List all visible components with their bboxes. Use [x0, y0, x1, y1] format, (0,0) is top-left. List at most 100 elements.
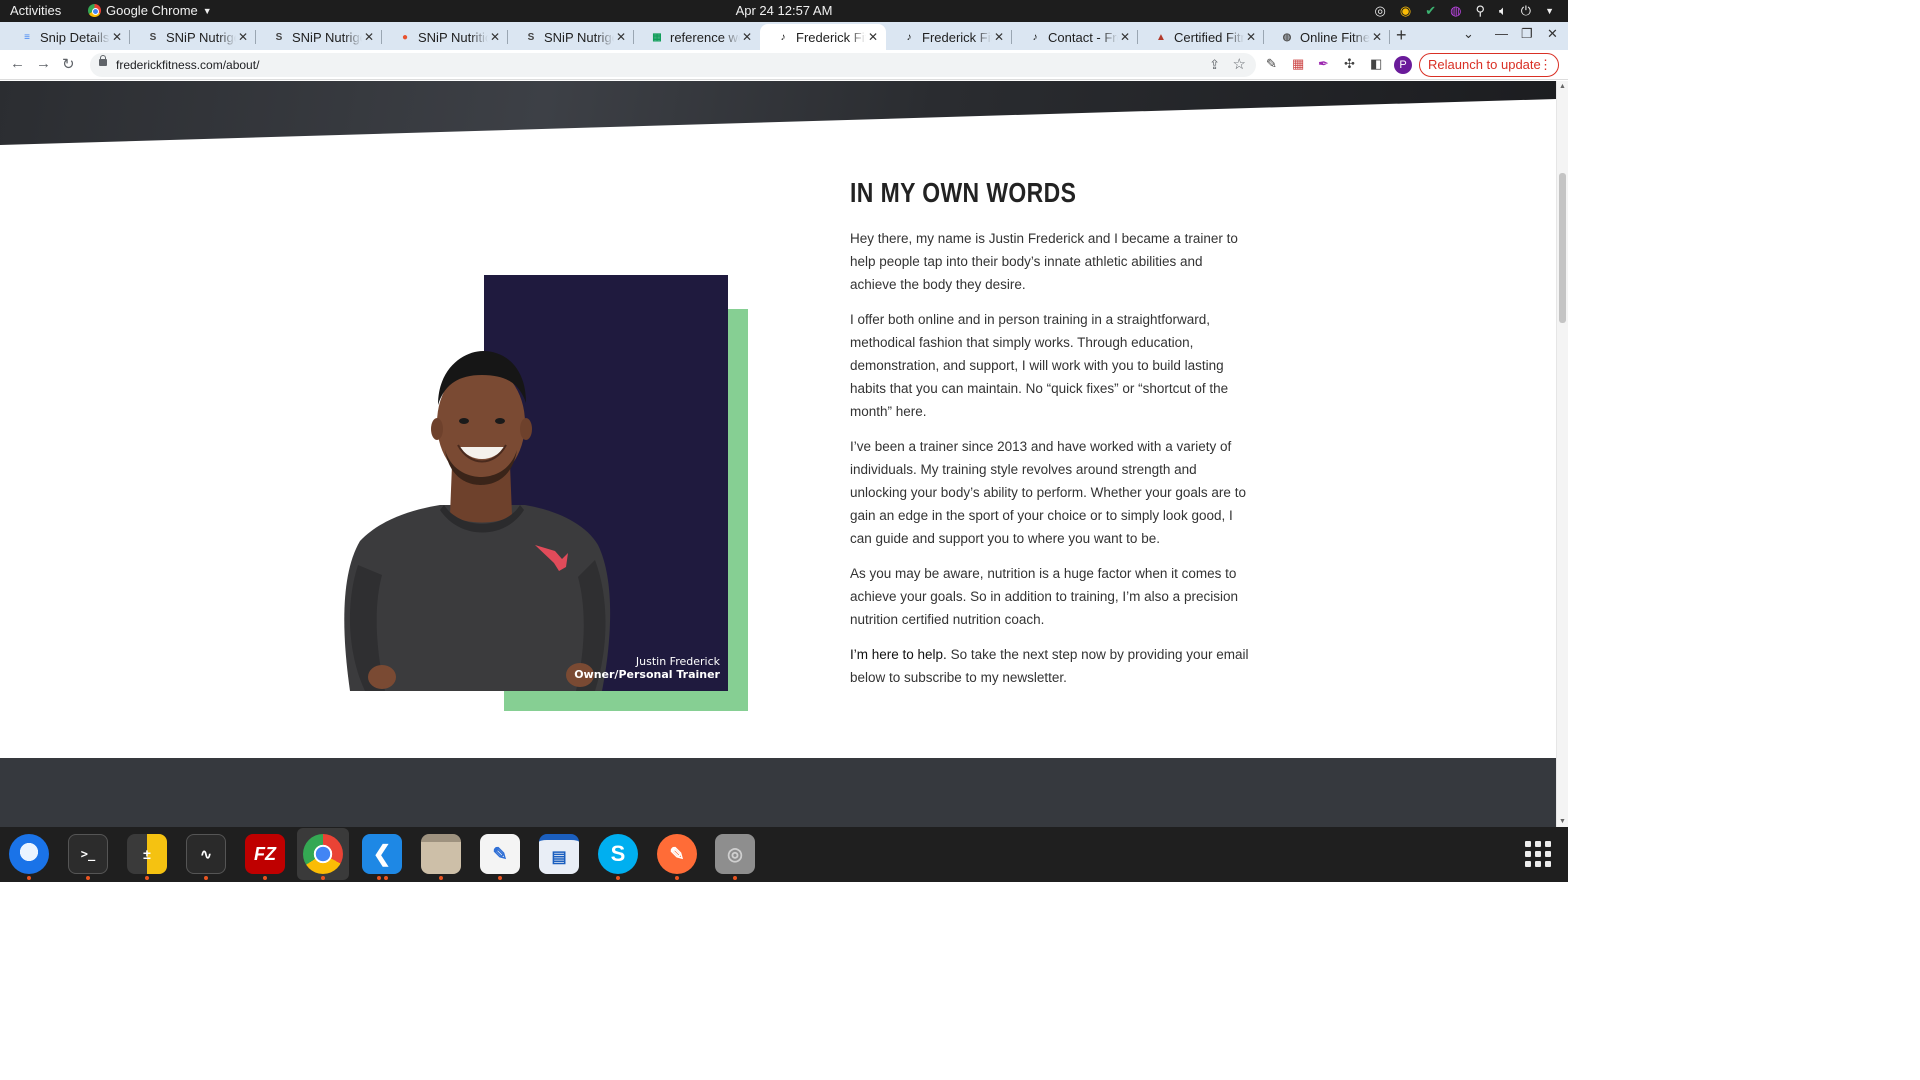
check-tray-icon[interactable]: ✔ [1425, 3, 1436, 19]
tab-title: SNiP Nutrige [166, 29, 236, 45]
address-bar[interactable]: frederickfitness.com/about/ ⇪ ☆ [90, 53, 1256, 77]
calendar-extension-icon[interactable]: ▦ [1292, 56, 1304, 72]
app-menu-label: Google Chrome [106, 3, 198, 18]
browser-tab[interactable]: S SNiP Nutrige ✕ [256, 24, 382, 50]
new-tab-button[interactable]: + [1396, 25, 1407, 46]
chrome-icon[interactable] [303, 834, 343, 874]
chrome-tray-icon[interactable]: ◉ [1400, 3, 1411, 19]
close-window-button[interactable]: ✕ [1547, 26, 1558, 42]
system-monitor-icon[interactable]: ∿ [186, 834, 226, 874]
tab-title: Frederick Fit [796, 29, 866, 45]
hero-banner-image [0, 81, 1556, 145]
profile-avatar[interactable]: P [1394, 56, 1412, 74]
chevron-down-icon[interactable]: ▼ [1545, 3, 1554, 19]
files-icon[interactable] [421, 834, 461, 874]
close-tab-icon[interactable]: ✕ [110, 30, 124, 44]
scroll-up-arrow-icon[interactable]: ▲ [1559, 83, 1566, 90]
cta-strong-text: I’m here to help. [850, 647, 947, 662]
forward-button[interactable]: → [36, 55, 51, 72]
lock-icon[interactable] [99, 55, 107, 66]
section-heading: IN MY OWN WORDS [850, 177, 1077, 208]
footer-section [0, 758, 1556, 827]
browser-tab[interactable]: ◍ Online Fitnes ✕ [1264, 24, 1390, 50]
power-icon[interactable]: ⏻ [1521, 3, 1531, 19]
trainer-portrait-image [344, 351, 611, 691]
tab-title: Snip Details - [40, 29, 110, 45]
terminal-icon[interactable]: >_ [68, 834, 108, 874]
skype-icon[interactable]: S [598, 834, 638, 874]
show-applications-icon[interactable] [1525, 841, 1551, 867]
close-tab-icon[interactable]: ✕ [1244, 30, 1258, 44]
postman-icon[interactable]: ✎ [657, 834, 697, 874]
disk-icon[interactable]: ◎ [715, 834, 755, 874]
browser-tab[interactable]: S SNiP Nutrige ✕ [130, 24, 256, 50]
running-indicator [733, 876, 737, 880]
vscode-icon[interactable]: ❮ [362, 834, 402, 874]
close-tab-icon[interactable]: ✕ [740, 30, 754, 44]
calculator-icon[interactable]: ± [127, 834, 167, 874]
close-tab-icon[interactable]: ✕ [866, 30, 880, 44]
browser-tab[interactable]: ♪ Contact - Fre ✕ [1012, 24, 1138, 50]
url-text[interactable]: frederickfitness.com/about/ [116, 58, 259, 72]
about-paragraph: I’ve been a trainer since 2013 and have … [850, 439, 1246, 546]
document-viewer-icon[interactable]: ▤ [539, 834, 579, 874]
close-tab-icon[interactable]: ✕ [1370, 30, 1384, 44]
browser-tab[interactable]: ▦ reference we ✕ [634, 24, 760, 50]
menu-dots-icon: ⋮ [1539, 57, 1552, 72]
close-tab-icon[interactable]: ✕ [992, 30, 1006, 44]
page-scrollbar[interactable]: ▲ ▼ [1556, 81, 1568, 827]
back-button[interactable]: ← [10, 55, 25, 72]
volume-icon[interactable]: 🔈︎ [1499, 3, 1507, 19]
status-app-icon[interactable]: ◎ [1375, 3, 1386, 19]
activities-button[interactable]: Activities [10, 3, 61, 18]
caret-down-icon: ▼ [202, 5, 212, 16]
browser-tab[interactable]: ♪ Frederick Fit ✕ [760, 24, 886, 50]
running-indicator [145, 876, 149, 880]
running-indicator [321, 876, 325, 880]
browser-toolbar: ← → ↻ frederickfitness.com/about/ ⇪ ☆ ✎ … [0, 50, 1568, 80]
close-tab-icon[interactable]: ✕ [488, 30, 502, 44]
running-indicator [616, 876, 620, 880]
running-indicator [384, 876, 388, 880]
browser-tab[interactable]: ● SNiP Nutritio ✕ [382, 24, 508, 50]
close-tab-icon[interactable]: ✕ [1118, 30, 1132, 44]
close-tab-icon[interactable]: ✕ [614, 30, 628, 44]
caption-role: Owner/Personal Trainer [574, 668, 720, 681]
browser-tab[interactable]: ▲ Certified Fitn ✕ [1138, 24, 1264, 50]
chrome-icon [88, 4, 101, 17]
photo-caption: Justin Frederick Owner/Personal Trainer [484, 655, 720, 681]
pen-extension-icon[interactable]: ✒ [1318, 56, 1329, 72]
running-indicator [86, 876, 90, 880]
scroll-down-arrow-icon[interactable]: ▼ [1559, 818, 1566, 825]
network-icon[interactable]: ⚲ [1475, 3, 1485, 19]
close-tab-icon[interactable]: ✕ [362, 30, 376, 44]
text-editor-icon[interactable]: ✎ [480, 834, 520, 874]
reload-button[interactable]: ↻ [62, 55, 75, 73]
restore-button[interactable]: ❐ [1521, 26, 1533, 42]
share-icon[interactable]: ⇪ [1209, 57, 1220, 73]
browser-tab[interactable]: S SNiP Nutrige ✕ [508, 24, 634, 50]
app-menu[interactable]: Google Chrome ▼ [88, 3, 212, 18]
caption-name: Justin Frederick [635, 655, 720, 668]
minimize-button[interactable]: — [1495, 26, 1508, 41]
side-panel-icon[interactable]: ◧ [1370, 56, 1382, 72]
extensions-puzzle-icon[interactable]: ✣ [1344, 56, 1355, 72]
tab-search-chevron-icon[interactable]: ⌄ [1463, 26, 1474, 42]
tab-title: Certified Fitn [1174, 29, 1244, 45]
filezilla-icon[interactable]: FZ [245, 834, 285, 874]
running-indicator [263, 876, 267, 880]
thunderbird-icon[interactable] [9, 834, 49, 874]
running-indicator [377, 876, 381, 880]
browser-tab[interactable]: ≡ Snip Details - ✕ [4, 24, 130, 50]
colorful-tray-icon[interactable]: ◍ [1450, 3, 1461, 19]
close-tab-icon[interactable]: ✕ [236, 30, 250, 44]
tab-title: SNiP Nutrige [544, 29, 614, 45]
snip-icon: S [527, 31, 535, 43]
tab-separator [1389, 30, 1390, 44]
eyedropper-extension-icon[interactable]: ✎ [1266, 56, 1277, 72]
scrollbar-thumb[interactable] [1559, 173, 1566, 323]
bookmark-star-icon[interactable]: ☆ [1233, 55, 1246, 73]
browser-tab[interactable]: ♪ Frederick Fit ✕ [886, 24, 1012, 50]
relaunch-to-update-button[interactable]: Relaunch to update ⋮ [1419, 53, 1559, 77]
clock[interactable]: Apr 24 12:57 AM [0, 3, 1568, 18]
